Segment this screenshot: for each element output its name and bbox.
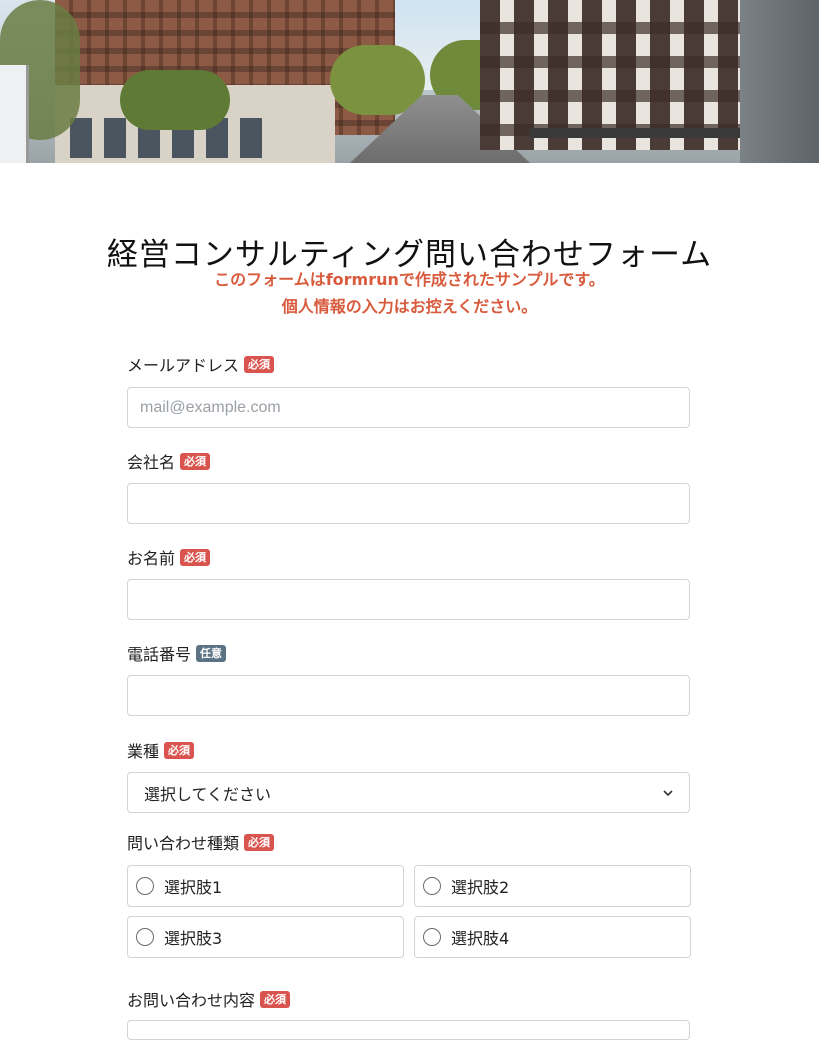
industry-label-text: 業種 (127, 742, 160, 761)
inquiry-content-field[interactable] (127, 1020, 690, 1040)
inquiry-option-2[interactable]: 選択肢2 (414, 865, 691, 907)
company-field[interactable] (127, 483, 690, 524)
required-badge: 必須 (180, 452, 211, 470)
required-badge: 必須 (244, 355, 275, 373)
option-label: 選択肢4 (451, 929, 510, 948)
required-badge: 必須 (244, 833, 275, 851)
inquiry-content-label-text: お問い合わせ内容 (127, 991, 256, 1010)
privacy-notice: 個人情報の入力はお控えください。 (281, 297, 538, 316)
inquiry-option-4[interactable]: 選択肢4 (414, 916, 691, 958)
radio-button[interactable] (136, 928, 154, 946)
chevron-down-icon (663, 786, 673, 800)
inquiry-option-1[interactable]: 選択肢1 (127, 865, 404, 907)
radio-button[interactable] (423, 928, 441, 946)
header-image (0, 0, 819, 163)
phone-field[interactable] (127, 675, 690, 716)
name-label-text: お名前 (127, 549, 176, 568)
inquiry-content-label: お問い合わせ内容 必須 (127, 987, 291, 1011)
optional-badge: 任意 (196, 644, 227, 662)
sample-notice: このフォームはformrunで作成されたサンプルです。 (214, 270, 605, 289)
required-badge: 必須 (180, 548, 211, 566)
radio-button[interactable] (136, 877, 154, 895)
phone-label: 電話番号 任意 (127, 641, 227, 665)
industry-select[interactable]: 選択してください (127, 772, 690, 813)
option-label: 選択肢2 (451, 878, 510, 897)
industry-selected-value: 選択してください (144, 784, 272, 804)
radio-button[interactable] (423, 877, 441, 895)
inquiry-type-label-text: 問い合わせ種類 (127, 834, 240, 853)
phone-label-text: 電話番号 (127, 645, 192, 664)
option-label: 選択肢1 (164, 878, 223, 897)
required-badge: 必須 (260, 990, 291, 1008)
company-label: 会社名 必須 (127, 449, 211, 473)
name-label: お名前 必須 (127, 545, 211, 569)
company-label-text: 会社名 (127, 453, 176, 472)
option-label: 選択肢3 (164, 929, 223, 948)
email-field[interactable] (127, 387, 690, 428)
inquiry-option-3[interactable]: 選択肢3 (127, 916, 404, 958)
industry-label: 業種 必須 (127, 738, 195, 762)
email-label-text: メールアドレス (127, 356, 240, 375)
email-label: メールアドレス 必須 (127, 352, 275, 376)
name-field[interactable] (127, 579, 690, 620)
inquiry-type-label: 問い合わせ種類 必須 (127, 830, 275, 854)
required-badge: 必須 (164, 741, 195, 759)
